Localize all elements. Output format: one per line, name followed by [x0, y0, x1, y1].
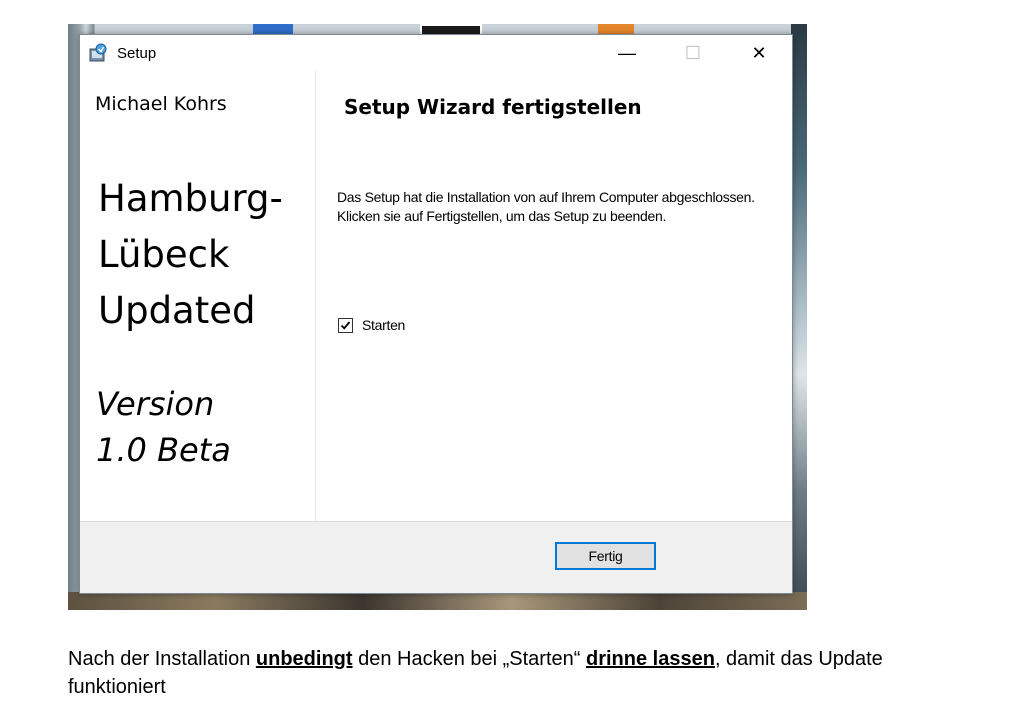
author-name: Michael Kohrs	[95, 93, 227, 115]
setup-dialog: Setup — ☐ ✕ Michael Kohrs Hamburg- Lübec…	[79, 34, 793, 594]
desktop-background-bottom-strip	[68, 592, 807, 610]
finish-button[interactable]: Fertig	[555, 542, 656, 570]
wizard-title: Setup Wizard fertigstellen	[344, 95, 642, 119]
maximize-button[interactable]: ☐	[660, 35, 726, 71]
minimize-icon: —	[618, 42, 636, 63]
start-checkbox-label[interactable]: Starten	[362, 317, 405, 333]
caption-text: Nach der Installation unbedingt den Hack…	[68, 645, 968, 701]
caption-emphasis: drinne lassen	[586, 648, 715, 670]
product-name: Hamburg- Lübeck Updated	[98, 171, 283, 339]
product-name-line: Lübeck	[98, 233, 230, 276]
caption-part: Nach der Installation	[68, 648, 256, 670]
close-button[interactable]: ✕	[726, 35, 792, 71]
wizard-content: Michael Kohrs Hamburg- Lübeck Updated Ve…	[80, 71, 792, 522]
version-line: 1.0 Beta	[96, 431, 231, 469]
title-bar[interactable]: Setup — ☐ ✕	[80, 35, 792, 71]
checkmark-icon	[340, 320, 351, 330]
window-controls: — ☐ ✕	[594, 35, 792, 71]
caption-emphasis: unbedingt	[255, 648, 353, 670]
version-line: Version	[96, 385, 215, 423]
minimize-button[interactable]: —	[594, 35, 660, 71]
close-icon: ✕	[751, 42, 767, 63]
screenshot-frame: Setup — ☐ ✕ Michael Kohrs Hamburg- Lübec…	[68, 24, 807, 610]
wizard-side-panel: Michael Kohrs Hamburg- Lübeck Updated Ve…	[80, 71, 316, 521]
version-label: Version 1.0 Beta	[96, 381, 231, 473]
product-name-line: Hamburg-	[98, 177, 283, 220]
window-title: Setup	[117, 44, 157, 62]
product-name-line: Updated	[98, 289, 256, 332]
start-checkbox[interactable]	[338, 317, 353, 333]
caption-part: den Hacken bei „Starten“	[352, 648, 586, 670]
desktop-background-right-strip	[791, 24, 807, 610]
maximize-icon: ☐	[684, 42, 702, 63]
wizard-description: Das Setup hat die Installation von auf I…	[337, 189, 755, 224]
setup-installer-icon	[88, 43, 108, 63]
start-checkbox-row[interactable]: Starten	[338, 317, 405, 333]
